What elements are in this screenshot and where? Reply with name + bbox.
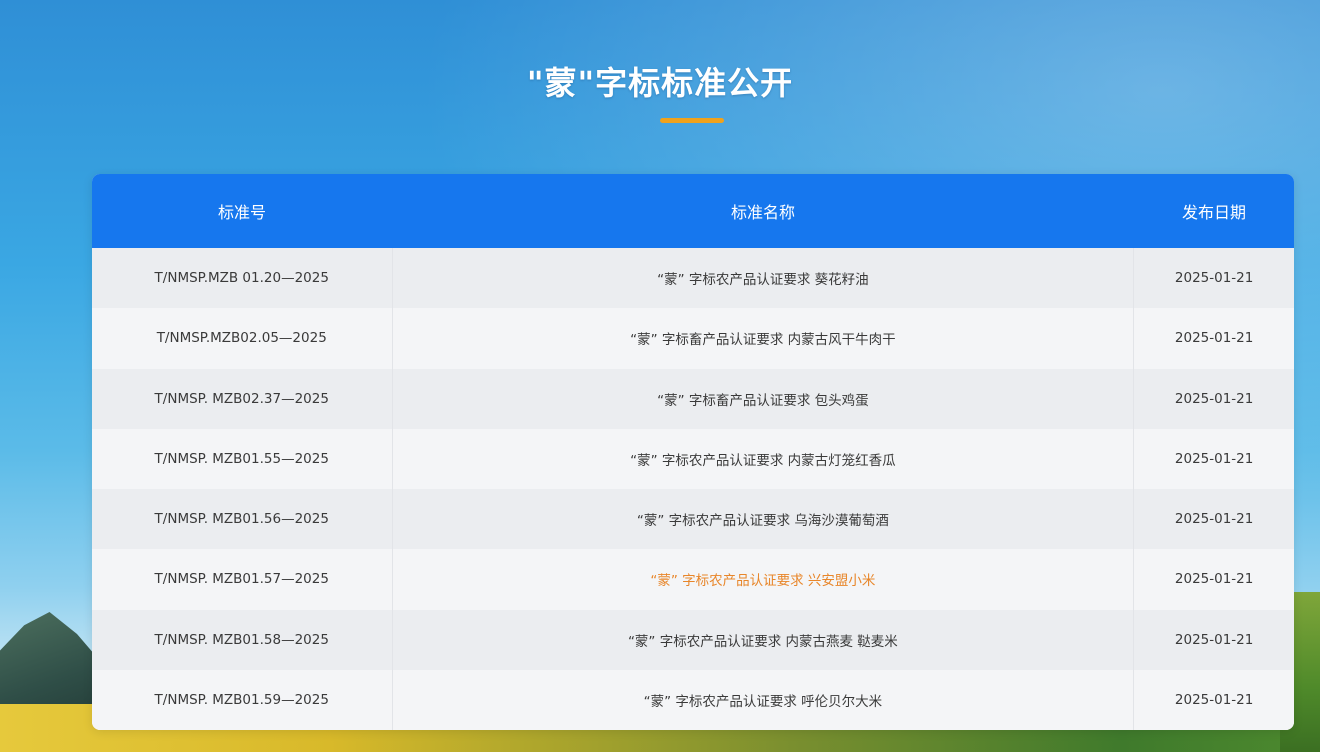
- cell-standard-name[interactable]: “蒙” 字标畜产品认证要求 包头鸡蛋: [393, 368, 1135, 429]
- cell-publish-date: 2025-01-21: [1134, 610, 1294, 670]
- cell-standard-code: T/NMSP.MZB02.05—2025: [92, 308, 393, 369]
- standard-code-text: T/NMSP. MZB01.58—2025: [154, 631, 329, 648]
- standard-name-link[interactable]: “蒙” 字标畜产品认证要求 内蒙古风干牛肉干: [630, 328, 896, 348]
- publish-date-text: 2025-01-21: [1174, 691, 1254, 708]
- table-header: 标准号 标准名称 发布日期: [92, 174, 1294, 248]
- cell-standard-code: T/NMSP. MZB01.56—2025: [92, 489, 393, 550]
- standard-name-link[interactable]: “蒙” 字标农产品认证要求 乌海沙漠葡萄酒: [637, 509, 889, 529]
- page-title: "蒙"字标标准公开: [526, 64, 794, 102]
- standard-code-text: T/NMSP.MZB02.05—2025: [156, 330, 327, 347]
- table-row[interactable]: T/NMSP. MZB01.58—2025 “蒙” 字标农产品认证要求 内蒙古燕…: [92, 609, 1294, 670]
- table-row-highlighted[interactable]: T/NMSP. MZB01.57—2025 “蒙” 字标农产品认证要求 兴安盟小…: [92, 549, 1294, 610]
- standards-table: 标准号 标准名称 发布日期 T/NMSP.MZB 01.20—2025 “蒙” …: [92, 174, 1294, 730]
- publish-date-text: 2025-01-21: [1174, 511, 1254, 528]
- cell-standard-name[interactable]: “蒙” 字标农产品认证要求 兴安盟小米: [393, 549, 1135, 610]
- table-row[interactable]: T/NMSP. MZB01.59—2025 “蒙” 字标农产品认证要求 呼伦贝尔…: [92, 669, 1294, 730]
- table-row[interactable]: T/NMSP. MZB01.55—2025 “蒙” 字标农产品认证要求 内蒙古灯…: [92, 428, 1294, 489]
- cell-standard-name[interactable]: “蒙” 字标农产品认证要求 葵花籽油: [393, 248, 1135, 309]
- standard-code-text: T/NMSP. MZB01.55—2025: [154, 450, 329, 467]
- cell-publish-date: 2025-01-21: [1134, 429, 1294, 489]
- table-row[interactable]: T/NMSP. MZB01.56—2025 “蒙” 字标农产品认证要求 乌海沙漠…: [92, 489, 1294, 550]
- cell-standard-name[interactable]: “蒙” 字标农产品认证要求 乌海沙漠葡萄酒: [393, 489, 1135, 550]
- publish-date-text: 2025-01-21: [1174, 571, 1254, 588]
- cell-publish-date: 2025-01-21: [1134, 308, 1294, 368]
- title-underline: [660, 118, 724, 123]
- publish-date-text: 2025-01-21: [1174, 330, 1254, 347]
- table-row[interactable]: T/NMSP. MZB02.37—2025 “蒙” 字标畜产品认证要求 包头鸡蛋…: [92, 368, 1294, 429]
- publish-date-text: 2025-01-21: [1174, 390, 1254, 407]
- standard-name-link[interactable]: “蒙” 字标农产品认证要求 兴安盟小米: [650, 569, 875, 589]
- standard-name-link[interactable]: “蒙” 字标农产品认证要求 葵花籽油: [657, 268, 869, 288]
- cell-standard-name[interactable]: “蒙” 字标农产品认证要求 内蒙古灯笼红香瓜: [393, 428, 1135, 489]
- cell-publish-date: 2025-01-21: [1134, 369, 1294, 429]
- cell-standard-code: T/NMSP.MZB 01.20—2025: [92, 248, 393, 309]
- cell-publish-date: 2025-01-21: [1134, 489, 1294, 549]
- standard-name-link[interactable]: “蒙” 字标农产品认证要求 呼伦贝尔大米: [644, 690, 883, 710]
- header-standard-code: 标准号: [217, 203, 266, 222]
- standard-name-link[interactable]: “蒙” 字标农产品认证要求 内蒙古灯笼红香瓜: [630, 449, 896, 469]
- cell-standard-name[interactable]: “蒙” 字标畜产品认证要求 内蒙古风干牛肉干: [393, 308, 1135, 369]
- cell-standard-name[interactable]: “蒙” 字标农产品认证要求 内蒙古燕麦 鞑麦米: [393, 609, 1135, 670]
- publish-date-text: 2025-01-21: [1174, 270, 1254, 287]
- standard-code-text: T/NMSP. MZB01.56—2025: [154, 511, 329, 528]
- cell-standard-code: T/NMSP. MZB01.59—2025: [92, 669, 393, 730]
- publish-date-text: 2025-01-21: [1174, 450, 1254, 467]
- publish-date-text: 2025-01-21: [1174, 631, 1254, 648]
- standard-code-text: T/NMSP. MZB01.57—2025: [154, 571, 329, 588]
- table-row[interactable]: T/NMSP.MZB02.05—2025 “蒙” 字标畜产品认证要求 内蒙古风干…: [92, 308, 1294, 369]
- cell-publish-date: 2025-01-21: [1134, 549, 1294, 609]
- table-row[interactable]: T/NMSP.MZB 01.20—2025 “蒙” 字标农产品认证要求 葵花籽油…: [92, 248, 1294, 309]
- cell-standard-code: T/NMSP. MZB01.58—2025: [92, 609, 393, 670]
- standard-code-text: T/NMSP. MZB01.59—2025: [154, 691, 329, 708]
- cell-standard-name[interactable]: “蒙” 字标农产品认证要求 呼伦贝尔大米: [393, 669, 1135, 730]
- standard-code-text: T/NMSP. MZB02.37—2025: [154, 390, 329, 407]
- cell-publish-date: 2025-01-21: [1134, 670, 1294, 730]
- cell-publish-date: 2025-01-21: [1134, 248, 1294, 308]
- header-standard-name: 标准名称: [730, 203, 795, 222]
- standard-code-text: T/NMSP.MZB 01.20—2025: [154, 270, 329, 287]
- cell-standard-code: T/NMSP. MZB01.57—2025: [92, 549, 393, 610]
- cell-standard-code: T/NMSP. MZB02.37—2025: [92, 368, 393, 429]
- cell-standard-code: T/NMSP. MZB01.55—2025: [92, 428, 393, 489]
- header-publish-date: 发布日期: [1181, 203, 1246, 222]
- standard-name-link[interactable]: “蒙” 字标农产品认证要求 内蒙古燕麦 鞑麦米: [628, 630, 898, 650]
- standard-name-link[interactable]: “蒙” 字标畜产品认证要求 包头鸡蛋: [657, 389, 869, 409]
- table-body: T/NMSP.MZB 01.20—2025 “蒙” 字标农产品认证要求 葵花籽油…: [92, 248, 1294, 730]
